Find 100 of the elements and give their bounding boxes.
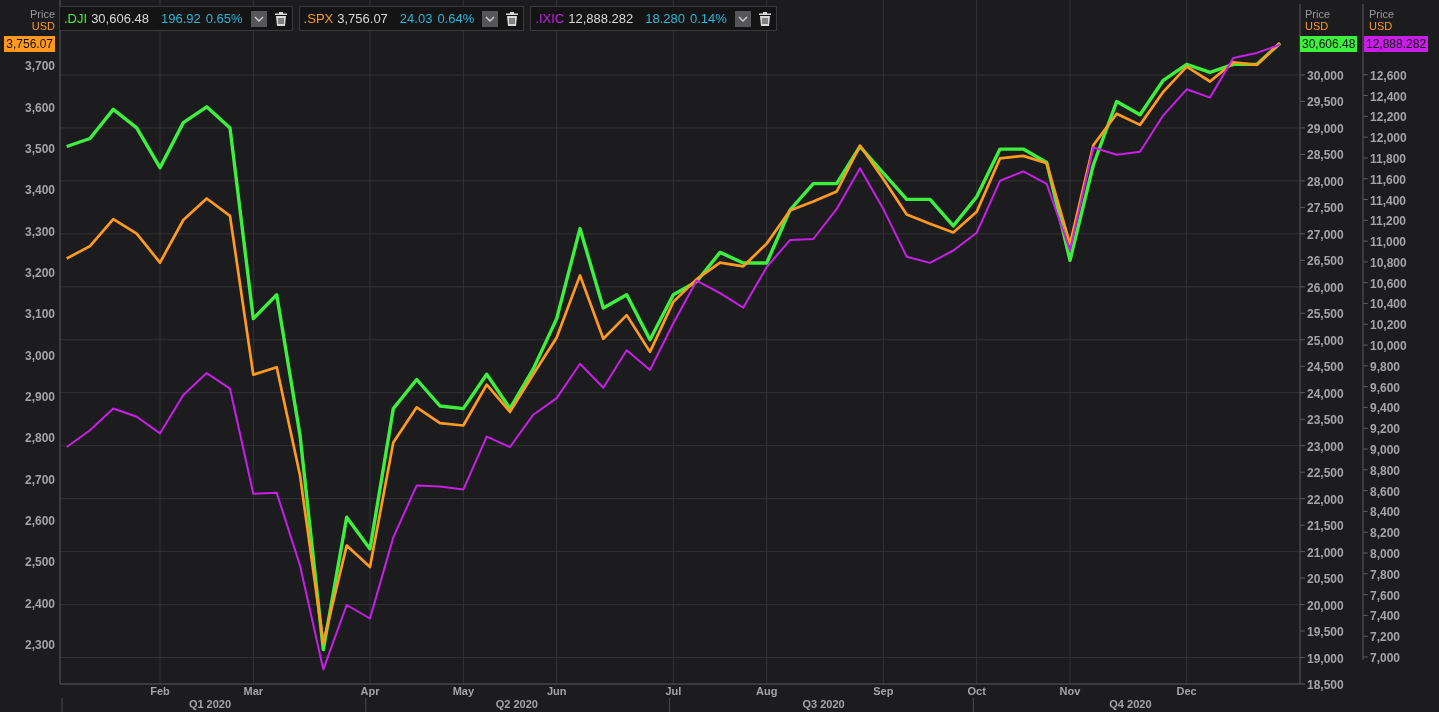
axis-title: Price bbox=[29, 8, 55, 20]
symbol-label: .SPX bbox=[303, 9, 334, 28]
axis-tick-label: 22,000 bbox=[1307, 492, 1344, 507]
axis-unit: USD bbox=[31, 20, 55, 32]
axis-title: Price bbox=[1368, 8, 1395, 20]
axis-tick-label: 19,500 bbox=[1307, 625, 1344, 640]
price-badge: 3,756.07 bbox=[4, 36, 55, 52]
axis-tick-label: 12,600 bbox=[1370, 68, 1407, 83]
axis-tick-label: 9,800 bbox=[1370, 359, 1401, 374]
change-value: 18.280 bbox=[645, 9, 685, 28]
axis-tick-label: 21,000 bbox=[1307, 545, 1344, 560]
percent-change: 0.64% bbox=[437, 9, 475, 28]
axis-title: Price bbox=[1304, 8, 1331, 20]
axis-tick-label: 24,500 bbox=[1307, 360, 1344, 375]
axis-tick-label: 20,000 bbox=[1307, 598, 1344, 613]
month-label: Jul bbox=[665, 685, 682, 697]
axis-tick-label: 11,800 bbox=[1370, 151, 1407, 166]
axis-tick-label: 2,400 bbox=[24, 596, 55, 611]
axis-tick-label: 3,200 bbox=[24, 265, 55, 280]
quarter-label: Q1 2020 bbox=[188, 698, 232, 710]
chevron-down-icon bbox=[737, 15, 748, 22]
axis-tick-label: 21,500 bbox=[1307, 519, 1344, 534]
axis-tick-label: 25,000 bbox=[1307, 333, 1344, 348]
axis-tick-label: 8,800 bbox=[1370, 463, 1401, 478]
axis-tick-label: 8,400 bbox=[1370, 505, 1401, 520]
axis-tick-label: 3,100 bbox=[24, 307, 55, 322]
chevron-down-icon bbox=[253, 15, 264, 22]
axis-tick-label: 2,500 bbox=[24, 555, 55, 570]
axis-tick-label: 11,600 bbox=[1370, 172, 1407, 187]
price-badge: 30,606.48 bbox=[1300, 36, 1358, 52]
chevron-down-icon bbox=[485, 15, 496, 22]
month-label: Oct bbox=[967, 685, 986, 697]
delete-button[interactable] bbox=[274, 11, 287, 26]
axis-unit: USD bbox=[1368, 20, 1393, 32]
axis-tick-label: 29,000 bbox=[1307, 121, 1344, 136]
axis-tick-label: 10,600 bbox=[1370, 276, 1407, 291]
axis-tick-label: 27,000 bbox=[1307, 227, 1344, 242]
month-label: Feb bbox=[150, 685, 170, 697]
month-label: Mar bbox=[243, 685, 264, 697]
axis-tick-label: 2,900 bbox=[24, 390, 55, 404]
price-badge: 12,888.282 bbox=[1364, 36, 1429, 52]
dropdown-button[interactable] bbox=[482, 10, 499, 27]
trash-icon bbox=[758, 11, 771, 26]
price-value: 12,888.282 bbox=[568, 9, 634, 28]
axis-tick-label: 23,500 bbox=[1307, 413, 1344, 428]
quarter-label: Q3 2020 bbox=[802, 698, 845, 710]
axis-tick-label: 9,200 bbox=[1370, 422, 1401, 437]
axis-tick-label: 10,200 bbox=[1370, 318, 1407, 333]
axis-tick-label: 3,400 bbox=[24, 183, 55, 198]
axis-tick-label: 10,400 bbox=[1370, 297, 1407, 312]
axis-tick-label: 12,000 bbox=[1370, 131, 1407, 146]
symbol-label: .IXIC bbox=[535, 9, 565, 28]
axis-tick-label: 9,000 bbox=[1370, 443, 1401, 458]
axis-unit: USD bbox=[1304, 20, 1329, 32]
trash-icon bbox=[274, 11, 287, 26]
axis-tick-label: 26,500 bbox=[1307, 254, 1344, 269]
axis-tick-label: 11,200 bbox=[1370, 214, 1407, 229]
month-label: Nov bbox=[1059, 685, 1081, 697]
axis-tick-label: 7,800 bbox=[1370, 567, 1401, 582]
delete-button[interactable] bbox=[506, 11, 519, 26]
axis-tick-label: 3,000 bbox=[24, 348, 55, 363]
axis-tick-label: 10,800 bbox=[1370, 255, 1407, 270]
dropdown-button[interactable] bbox=[250, 10, 267, 27]
axis-tick-label: 10,000 bbox=[1370, 339, 1407, 354]
axis-tick-label: 24,000 bbox=[1307, 386, 1344, 401]
month-label: Jun bbox=[546, 685, 567, 697]
axis-tick-label: 7,200 bbox=[1370, 630, 1401, 645]
axis-tick-label: 27,500 bbox=[1307, 201, 1344, 216]
axis-tick-label: 18,500 bbox=[1307, 678, 1344, 692]
axis-tick-label: 11,400 bbox=[1370, 193, 1407, 208]
dropdown-button[interactable] bbox=[734, 10, 751, 27]
axis-tick-label: 7,600 bbox=[1370, 588, 1401, 603]
axis-tick-label: 8,600 bbox=[1370, 484, 1401, 499]
price-value: 3,756.07 bbox=[337, 9, 388, 28]
change-value: 24.03 bbox=[399, 9, 433, 28]
axis-tick-label: 25,500 bbox=[1307, 307, 1344, 322]
axis-tick-label: 28,000 bbox=[1307, 174, 1344, 189]
month-label: Aug bbox=[755, 685, 778, 697]
axis-tick-label: 7,400 bbox=[1370, 609, 1401, 624]
axis-tick-label: 2,300 bbox=[24, 638, 55, 653]
quarter-label: Q4 2020 bbox=[1109, 698, 1152, 710]
price-value: 30,606.48 bbox=[91, 9, 149, 28]
month-label: May bbox=[452, 685, 475, 697]
symbol-label: .DJI bbox=[64, 9, 88, 28]
axis-tick-label: 9,400 bbox=[1370, 401, 1401, 416]
axis-tick-label: 12,200 bbox=[1370, 110, 1407, 125]
axis-tick-label: 8,000 bbox=[1370, 547, 1401, 561]
axis-tick-label: 3,500 bbox=[24, 141, 55, 156]
month-label: Sep bbox=[873, 685, 894, 697]
quarter-label: Q2 2020 bbox=[495, 698, 538, 710]
axis-tick-label: 12,400 bbox=[1370, 89, 1407, 104]
axis-tick-label: 29,500 bbox=[1307, 95, 1344, 110]
axis-tick-label: 2,600 bbox=[24, 514, 55, 529]
month-label: Dec bbox=[1176, 685, 1197, 697]
axis-tick-label: 11,000 bbox=[1370, 235, 1407, 250]
axis-tick-label: 26,000 bbox=[1307, 280, 1344, 295]
percent-change: 0.14% bbox=[690, 9, 727, 28]
month-label: Apr bbox=[360, 685, 380, 697]
axis-tick-label: 2,800 bbox=[24, 431, 55, 446]
delete-button[interactable] bbox=[758, 11, 771, 26]
